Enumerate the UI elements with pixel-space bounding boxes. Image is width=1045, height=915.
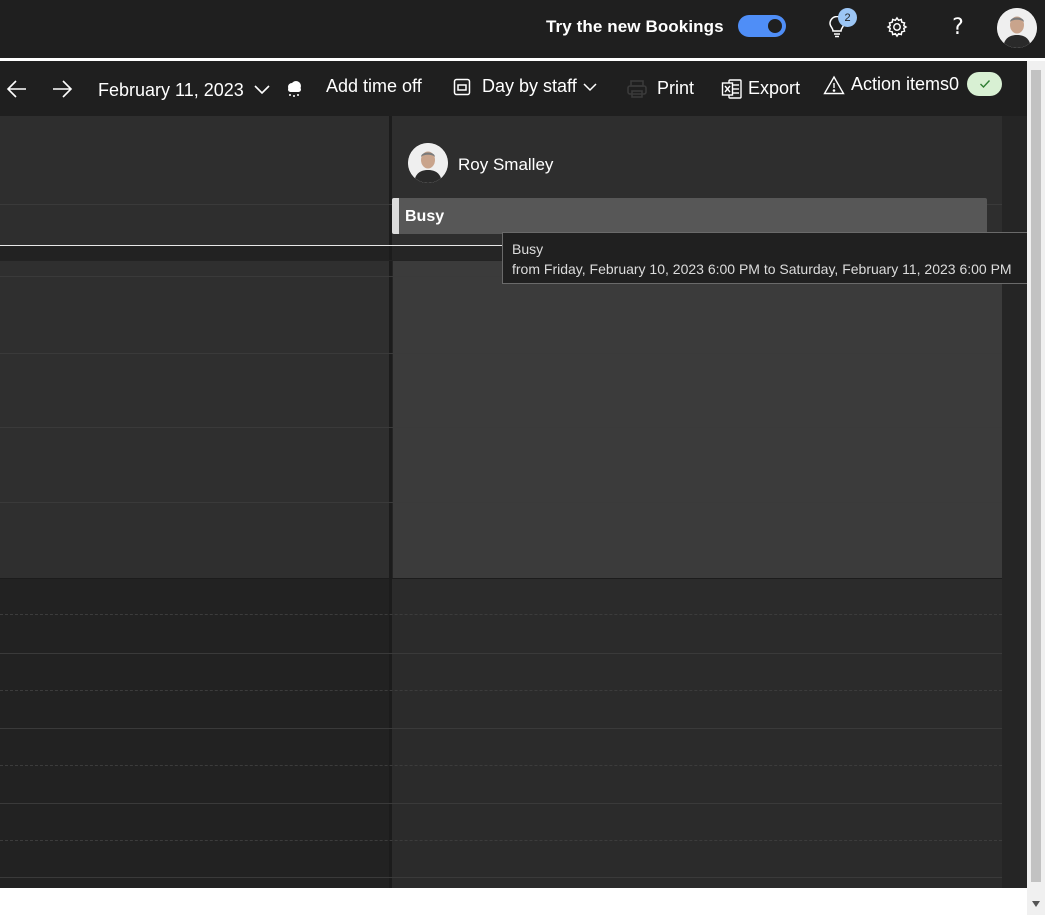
tooltip-title: Busy [512,241,544,257]
half-hour-divider [0,840,1002,841]
next-day-button[interactable] [50,61,74,116]
toggle-knob [768,19,782,33]
row-divider [0,803,1002,804]
notification-badge: 2 [838,8,857,27]
row-divider [0,427,1002,428]
staff-time-off-region[interactable] [393,260,1002,578]
view-mode-label: Day by staff [482,76,577,96]
left-time-slots [0,260,389,578]
row-divider [0,653,1002,654]
export-button[interactable]: Export [721,61,800,116]
warning-icon [823,75,845,94]
weather-icon [283,61,305,116]
try-new-bookings-toggle[interactable] [738,15,786,37]
row-divider [0,502,1002,503]
printer-icon [627,79,647,98]
row-divider [0,578,1002,579]
half-hour-divider [0,614,1002,615]
date-dropdown-button[interactable] [252,61,272,116]
staff-name[interactable]: Roy Smalley [458,155,553,175]
half-hour-divider [0,690,1002,691]
left-column-header [0,116,389,246]
checkmark-icon [979,80,990,89]
scroll-down-arrow-icon[interactable] [1031,900,1041,910]
user-avatar[interactable] [997,8,1037,48]
excel-icon [721,78,742,99]
busy-event[interactable] [392,198,987,234]
event-tooltip: Busy from Friday, February 10, 2023 6:00… [502,232,1044,284]
action-items-button[interactable]: Action items0 [823,57,959,112]
chevron-down-icon [254,84,270,94]
date-picker[interactable]: February 11, 2023 [98,63,244,118]
arrow-right-icon [53,79,73,98]
help-icon[interactable]: ? [944,13,972,41]
arrow-left-icon [6,79,26,98]
action-items-status-badge [967,72,1002,96]
add-time-off-button[interactable]: Add time off [326,59,422,114]
current-time-indicator [0,245,503,246]
busy-event-label: Busy [405,208,445,225]
row-divider [0,877,1002,878]
tooltip-detail: from Friday, February 10, 2023 6:00 PM t… [512,261,1012,277]
staff-avatar [408,143,448,183]
print-button[interactable]: Print [626,61,694,116]
view-mode-dropdown[interactable]: Day by staff [452,59,599,114]
row-divider [0,728,1002,729]
calendar-view-icon [453,78,471,95]
page-bottom [0,888,1027,915]
gear-icon[interactable] [883,13,911,41]
try-new-bookings-label: Try the new Bookings [546,17,724,36]
staff-time-slots[interactable] [392,578,1002,888]
previous-day-button[interactable] [5,61,29,116]
scrollbar-thumb[interactable] [1031,70,1041,882]
half-hour-divider [0,765,1002,766]
chevron-down-icon [583,82,597,91]
current-date: February 11, 2023 [98,80,244,100]
row-divider [0,353,1002,354]
